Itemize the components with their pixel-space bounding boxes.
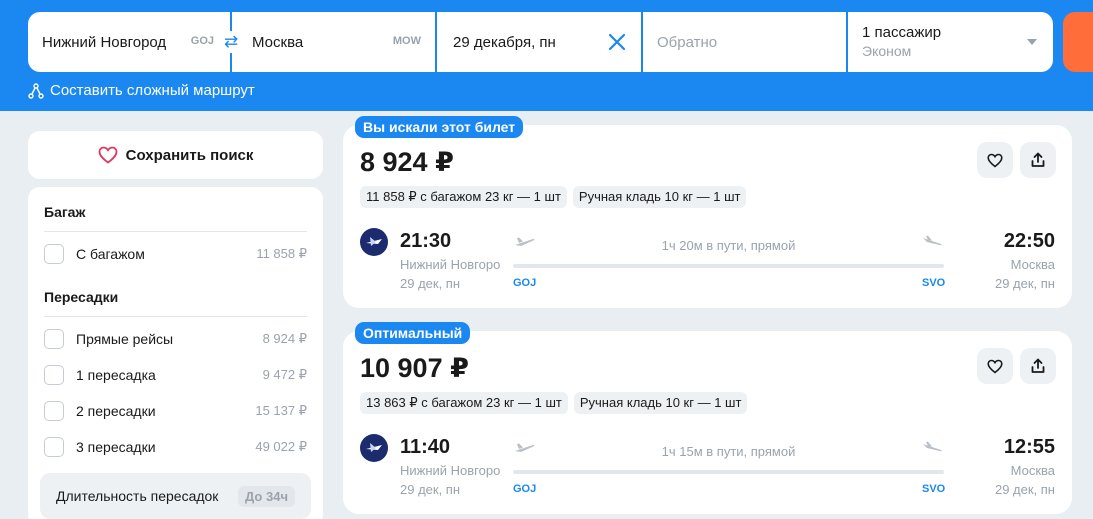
filter-2-transfers[interactable]: 2 пересадки 15 137 ₽ — [44, 400, 307, 422]
departure-airport-code: GOJ — [513, 277, 537, 289]
departure-time: 11:40 — [400, 436, 451, 458]
complex-route-label: Составить сложный маршрут — [50, 82, 255, 99]
filter-price: 11 858 ₽ — [256, 246, 307, 261]
destination-city: Москва — [252, 33, 304, 51]
departure-city: Нижний Новгород — [400, 463, 500, 478]
arrival-city: Москва — [1010, 257, 1055, 272]
destination-code: MOW — [392, 35, 421, 47]
passengers-field[interactable]: 1 пассажир Эконом — [848, 12, 1053, 72]
filter-label: Прямые рейсы — [76, 331, 174, 347]
clear-date-icon[interactable] — [605, 30, 629, 54]
ticket-tags: 13 863 ₽ с багажом 23 кг — 1 шт Ручная к… — [360, 392, 753, 414]
filter-label: 1 пересадка — [76, 367, 156, 383]
departure-airport-code: GOJ — [513, 483, 537, 495]
flight-duration: 1ч 15м в пути, прямой — [661, 444, 796, 459]
share-button[interactable] — [1020, 142, 1056, 178]
divider — [44, 231, 307, 232]
filter-label: С багажом — [76, 246, 145, 262]
arrival-city: Москва — [1010, 463, 1055, 478]
takeoff-icon — [513, 441, 535, 460]
arrival-airport-code: SVO — [922, 483, 946, 495]
duration-label: Длительность пересадок — [56, 488, 219, 504]
share-icon — [1031, 152, 1045, 167]
departure-date: 29 декабря, пн — [453, 33, 556, 51]
route-line — [513, 470, 944, 474]
landing-icon — [921, 441, 943, 460]
flight-duration: 1ч 20м в пути, прямой — [661, 238, 796, 253]
filter-price: 15 137 ₽ — [255, 403, 307, 418]
save-search-label: Сохранить поиск — [125, 146, 254, 164]
filter-price: 49 022 ₽ — [255, 439, 307, 454]
arrival-time: 12:55 — [1003, 436, 1055, 458]
heart-icon — [98, 146, 118, 164]
filter-direct[interactable]: Прямые рейсы 8 924 ₽ — [44, 328, 307, 350]
duration-value: До 34ч — [238, 485, 295, 507]
departure-city: Нижний Новгород — [400, 257, 500, 272]
ticket-badge: Оптимальный — [355, 322, 471, 344]
transfer-duration-filter[interactable]: Длительность пересадок До 34ч — [40, 473, 311, 519]
filter-price: 9 472 ₽ — [262, 367, 307, 382]
arrival-time: 22:50 — [1003, 230, 1055, 252]
ticket-price: 10 907 ₽ — [360, 353, 469, 383]
transfers-title: Пересадки — [44, 289, 119, 305]
chevron-down-icon — [1027, 39, 1037, 45]
divider — [44, 316, 307, 317]
return-date-field[interactable]: Обратно — [643, 12, 848, 72]
search-button[interactable] — [1063, 12, 1093, 72]
filter-label: 3 пересадки — [76, 439, 156, 455]
destination-field[interactable]: Москва MOW — [232, 12, 437, 72]
ticket-badge: Вы искали этот билет — [355, 116, 524, 138]
checkbox[interactable] — [44, 329, 64, 349]
hand-luggage-tag: Ручная кладь 10 кг — 1 шт — [573, 392, 748, 414]
header: Нижний Новгород GOJ ⇄ Москва MOW 29 дека… — [0, 0, 1093, 111]
arrival-airport-code: SVO — [922, 277, 946, 289]
departure-date-field[interactable]: 29 декабря, пн — [437, 12, 643, 72]
passengers-count: 1 пассажир — [862, 24, 942, 41]
ticket-card[interactable]: Вы искали этот билет 8 924 ₽ 11 858 ₽ с … — [343, 116, 1072, 308]
heart-icon — [987, 153, 1003, 168]
baggage-title: Багаж — [44, 204, 86, 220]
origin-city: Нижний Новгород — [42, 33, 167, 51]
favorite-button[interactable] — [977, 348, 1013, 384]
airline-logo — [360, 228, 388, 256]
origin-field[interactable]: Нижний Новгород GOJ ⇄ — [28, 12, 242, 72]
share-button[interactable] — [1020, 348, 1056, 384]
filter-3-transfers[interactable]: 3 пересадки 49 022 ₽ — [44, 436, 307, 458]
save-search-button[interactable]: Сохранить поиск — [28, 131, 323, 179]
filter-1-transfer[interactable]: 1 пересадка 9 472 ₽ — [44, 364, 307, 386]
cabin-class: Эконом — [862, 43, 912, 59]
filters-panel: Багаж С багажом 11 858 ₽ Пересадки Прямы… — [28, 187, 323, 519]
checkbox[interactable] — [44, 437, 64, 457]
baggage-tag: 13 863 ₽ с багажом 23 кг — 1 шт — [360, 392, 568, 414]
return-placeholder: Обратно — [657, 33, 718, 51]
ticket-price: 8 924 ₽ — [360, 147, 454, 177]
search-form: Нижний Новгород GOJ ⇄ Москва MOW 29 дека… — [28, 12, 1053, 72]
departure-time: 21:30 — [400, 230, 452, 252]
ticket-card[interactable]: Оптимальный 10 907 ₽ 13 863 ₽ с багажом … — [343, 322, 1072, 514]
filter-price: 8 924 ₽ — [262, 331, 307, 346]
filter-baggage[interactable]: С багажом 11 858 ₽ — [44, 243, 307, 265]
departure-date: 29 дек, пн — [400, 276, 461, 291]
hand-luggage-tag: Ручная кладь 10 кг — 1 шт — [572, 186, 747, 208]
complex-route-link[interactable]: Составить сложный маршрут — [28, 82, 255, 99]
checkbox[interactable] — [44, 365, 64, 385]
departure-date: 29 дек, пн — [400, 482, 461, 497]
arrival-date: 29 дек, пн — [994, 276, 1055, 291]
baggage-tag: 11 858 ₽ с багажом 23 кг — 1 шт — [360, 186, 567, 208]
landing-icon — [921, 235, 943, 254]
origin-code: GOJ — [190, 35, 214, 47]
airline-logo — [360, 434, 388, 462]
takeoff-icon — [513, 235, 535, 254]
heart-icon — [987, 359, 1003, 374]
arrival-date: 29 дек, пн — [994, 482, 1055, 497]
route-icon — [28, 82, 44, 99]
checkbox[interactable] — [44, 401, 64, 421]
checkbox[interactable] — [44, 244, 64, 264]
route-line — [513, 264, 944, 268]
ticket-tags: 11 858 ₽ с багажом 23 кг — 1 шт Ручная к… — [360, 186, 752, 208]
filter-label: 2 пересадки — [76, 403, 156, 419]
favorite-button[interactable] — [977, 142, 1013, 178]
share-icon — [1031, 358, 1045, 373]
swap-icon[interactable]: ⇄ — [220, 31, 242, 53]
